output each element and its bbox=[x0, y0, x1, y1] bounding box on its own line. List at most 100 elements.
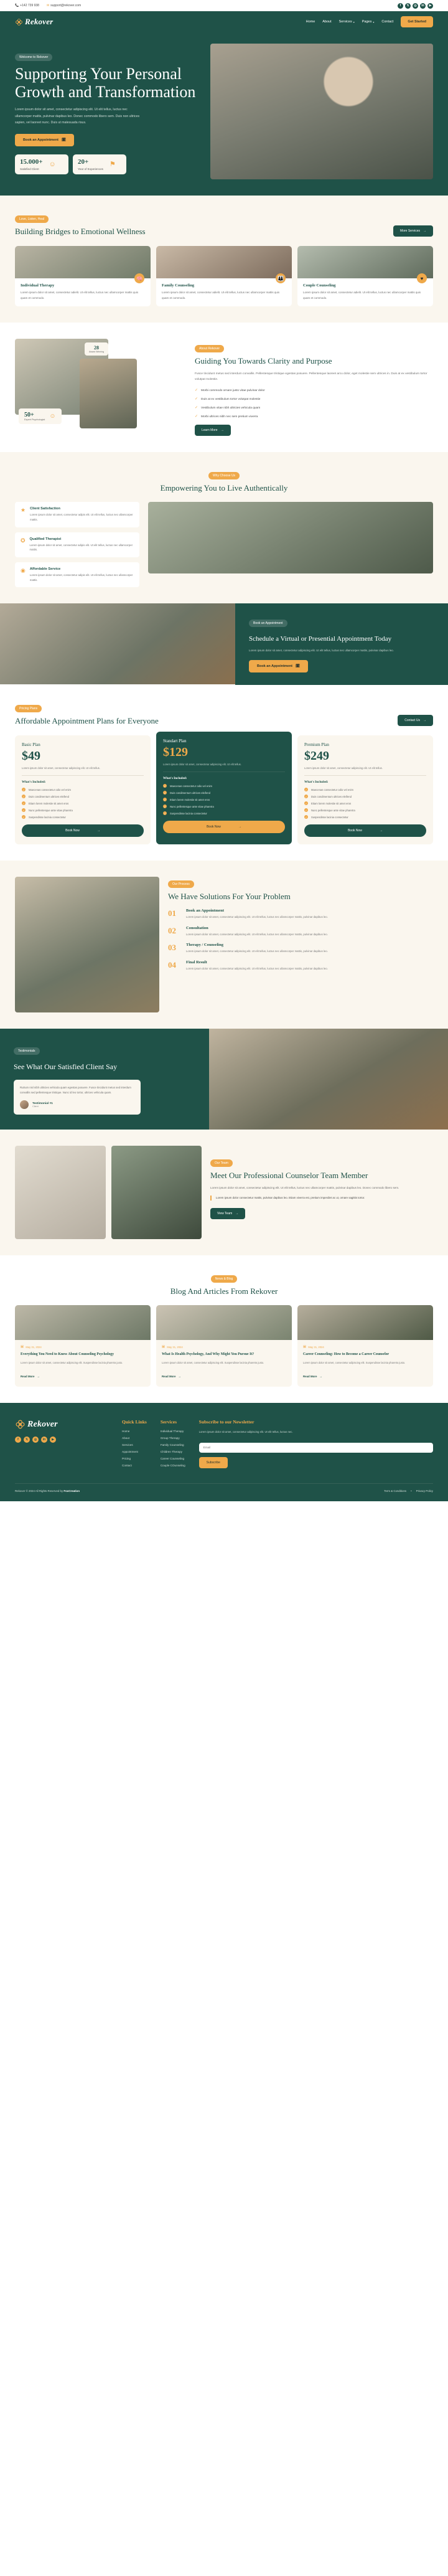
book-now-button-premium[interactable]: Book Now → bbox=[304, 824, 426, 837]
team-text: Lorem ipsum dolor sit amet, consectetur … bbox=[210, 1186, 399, 1190]
blog-badge: News & Blog bbox=[210, 1275, 238, 1283]
plan-feature: ✓ Suspendisse lacinia consectetur bbox=[304, 815, 426, 819]
service-card[interactable]: ♥ Couple Counseling Lorem ipsum dolor si… bbox=[297, 246, 433, 307]
check-circle-icon: ✓ bbox=[22, 801, 26, 806]
brand-logo[interactable]: Rekover bbox=[15, 17, 53, 27]
about-image-secondary bbox=[80, 359, 137, 429]
blog-post-excerpt: Lorem ipsum dolor sit amet, consectetur … bbox=[21, 1361, 123, 1364]
hero-content: Welcome to Rekover Supporting Your Perso… bbox=[15, 44, 202, 179]
step-text: Lorem ipsum dolor sit amet, consectetur … bbox=[186, 967, 328, 971]
service-card[interactable]: 🧠 Individual Therapy Lorem ipsum dolor s… bbox=[15, 246, 151, 307]
blog-card[interactable]: 🗓 May 31, 2024 Career Counseling: How to … bbox=[297, 1305, 433, 1387]
instagram-icon[interactable]: ◎ bbox=[413, 2, 418, 9]
footer-link-pricing[interactable]: Pricing bbox=[122, 1457, 147, 1460]
footer-service-family-counseling[interactable]: Family Counseling bbox=[161, 1443, 185, 1446]
learn-more-label: Learn More bbox=[202, 428, 218, 432]
facebook-icon[interactable]: f bbox=[15, 1437, 21, 1443]
newsletter-title: Subscribe to our Newsletter bbox=[198, 1419, 254, 1425]
testimonial-quote: Rutrum nisl nibh ultricies vehicula quam… bbox=[20, 1085, 131, 1095]
schedule-title: Schedule a Virtual or Presential Appoint… bbox=[249, 635, 392, 643]
nav-item-services[interactable]: Services ▾ bbox=[339, 20, 355, 24]
blog-card[interactable]: 🗓 May 31, 2024 Everything You Need to Kno… bbox=[15, 1305, 151, 1387]
linkedin-icon[interactable]: in bbox=[420, 2, 426, 9]
divider bbox=[22, 775, 144, 776]
nav-item-home[interactable]: Home bbox=[306, 20, 315, 24]
book-now-button-standart[interactable]: Book Now → bbox=[163, 821, 285, 834]
feature-text: Duis condimentum ultrices eleifend bbox=[29, 795, 69, 798]
service-card[interactable]: 👪 Family Counseling Lorem ipsum dolor si… bbox=[156, 246, 292, 307]
nav-item-about[interactable]: About bbox=[322, 20, 331, 24]
hero-book-appointment-button[interactable]: Book an Appointment 🗓 bbox=[15, 134, 74, 147]
view-team-button[interactable]: View Team → bbox=[210, 1208, 246, 1220]
nav-label: Contact bbox=[381, 20, 394, 24]
plan-feature: ✓ Etiam lorem molestie sit amet eros bbox=[304, 801, 426, 806]
nav-item-pages[interactable]: Pages ▾ bbox=[362, 20, 375, 24]
subscribe-button[interactable]: Subscribe bbox=[198, 1456, 228, 1468]
footer-service-couple-counseling[interactable]: Couple COunseling bbox=[161, 1464, 185, 1467]
services-card-list: 🧠 Individual Therapy Lorem ipsum dolor s… bbox=[15, 246, 433, 307]
check-text: Vestibulum vitae nibh ultricies vehicula… bbox=[201, 406, 261, 410]
x-twitter-icon[interactable]: 𝕏 bbox=[24, 1437, 30, 1443]
x-twitter-icon[interactable]: 𝕏 bbox=[405, 2, 411, 9]
blog-post-title: Career Counseling: How to Become a Caree… bbox=[303, 1352, 390, 1357]
footer-service-individual-therapy[interactable]: Individual Therapy bbox=[161, 1430, 185, 1433]
footer-social-list: f 𝕏 ◎ in ▶ bbox=[15, 1437, 108, 1443]
topbar-phone[interactable]: 📞 +142 739 938 bbox=[15, 4, 39, 7]
service-image bbox=[156, 246, 292, 279]
footer-link-contact[interactable]: Contact bbox=[122, 1464, 147, 1467]
footer-link-appointment[interactable]: Appointment bbox=[122, 1450, 147, 1453]
check-text: Duis at ex vestibulum tortor volutpat mo… bbox=[201, 397, 261, 401]
testimonial-person: Testimonial #1 Client bbox=[20, 1100, 134, 1110]
instagram-icon[interactable]: ◎ bbox=[32, 1437, 39, 1443]
arrow-right-icon: → bbox=[319, 1375, 322, 1379]
about-check-list: ✓ Morbi commodo ornare justo vitae pulvin… bbox=[195, 388, 433, 420]
check-circle-icon: ✓ bbox=[163, 798, 167, 802]
privacy-link[interactable]: Privacy Policy bbox=[416, 1489, 433, 1493]
book-now-button-basic[interactable]: Book Now → bbox=[22, 824, 144, 837]
footer-service-group-therapy[interactable]: Group Therapy bbox=[161, 1437, 185, 1440]
copyright: Rekover © 2024 All Rights Reserved by Fo… bbox=[15, 1489, 80, 1493]
step-title: Book an Appointment bbox=[186, 908, 225, 913]
calendar-icon: 🗓 bbox=[295, 664, 300, 669]
read-more-link[interactable]: Read More → bbox=[303, 1375, 322, 1378]
award-label: Award Winning bbox=[89, 351, 105, 354]
read-more-link[interactable]: Read More → bbox=[162, 1375, 181, 1378]
footer-link-services[interactable]: Services bbox=[122, 1443, 147, 1446]
process-content: Our Process We Have Solutions For Your P… bbox=[168, 877, 433, 978]
linkedin-icon[interactable]: in bbox=[41, 1437, 47, 1443]
hero-badge: Welcome to Rekover bbox=[15, 54, 53, 61]
footer-brand: Rekover f 𝕏 ◎ in ▶ bbox=[15, 1419, 108, 1471]
check-icon: ✓ bbox=[195, 405, 198, 410]
service-image bbox=[15, 246, 151, 279]
footer-logo[interactable]: Rekover bbox=[15, 1419, 108, 1430]
services-title: Building Bridges to Emotional Wellness bbox=[15, 227, 146, 236]
topbar: 📞 +142 739 938 ✉ support@rekover.com f 𝕏… bbox=[0, 0, 448, 11]
newsletter-email-input[interactable] bbox=[198, 1442, 433, 1453]
more-services-button[interactable]: More Services → bbox=[393, 225, 433, 237]
footer-link-home[interactable]: Home bbox=[122, 1430, 147, 1433]
youtube-icon[interactable]: ▶ bbox=[427, 2, 433, 9]
facebook-icon[interactable]: f bbox=[398, 2, 403, 9]
hero-description: Lorem ipsum dolor sit amet, consectetur … bbox=[15, 108, 140, 125]
blog-date: 🗓 May 31, 2024 bbox=[162, 1345, 286, 1349]
footer-service-career-counseling[interactable]: Career Counseling bbox=[161, 1457, 185, 1460]
nav-item-contact[interactable]: Contact bbox=[381, 20, 393, 24]
hero-image-therapy-session bbox=[210, 44, 433, 179]
stat-label: Satisfied Client bbox=[20, 167, 39, 171]
terms-link[interactable]: Term & Conditions bbox=[384, 1489, 406, 1493]
learn-more-button[interactable]: Learn More → bbox=[195, 424, 231, 436]
schedule-book-button[interactable]: Book an Appointment 🗓 bbox=[249, 660, 308, 673]
contact-us-button[interactable]: Contact Us → bbox=[398, 715, 433, 727]
youtube-icon[interactable]: ▶ bbox=[50, 1437, 56, 1443]
feature-text: Suspendisse lacinia consectetur bbox=[311, 815, 348, 819]
read-more-link[interactable]: Read More → bbox=[21, 1375, 40, 1378]
plan-desc: Lorem ipsum dolor sit amet, consectetur … bbox=[22, 767, 100, 770]
footer-service-children-therapy[interactable]: Children Therapy bbox=[161, 1450, 185, 1453]
footer-link-about[interactable]: About bbox=[122, 1437, 147, 1440]
award-stat-card: 28 Award Winning bbox=[85, 342, 109, 356]
get-started-button[interactable]: Get Started bbox=[401, 16, 433, 27]
blog-card[interactable]: 🗓 May 31, 2024 What Is Health Psychology,… bbox=[156, 1305, 292, 1387]
book-now-label: Book Now bbox=[207, 825, 221, 829]
topbar-email[interactable]: ✉ support@rekover.com bbox=[47, 4, 81, 7]
feature-text: Duis condimentum ultrices eleifend bbox=[170, 791, 210, 795]
